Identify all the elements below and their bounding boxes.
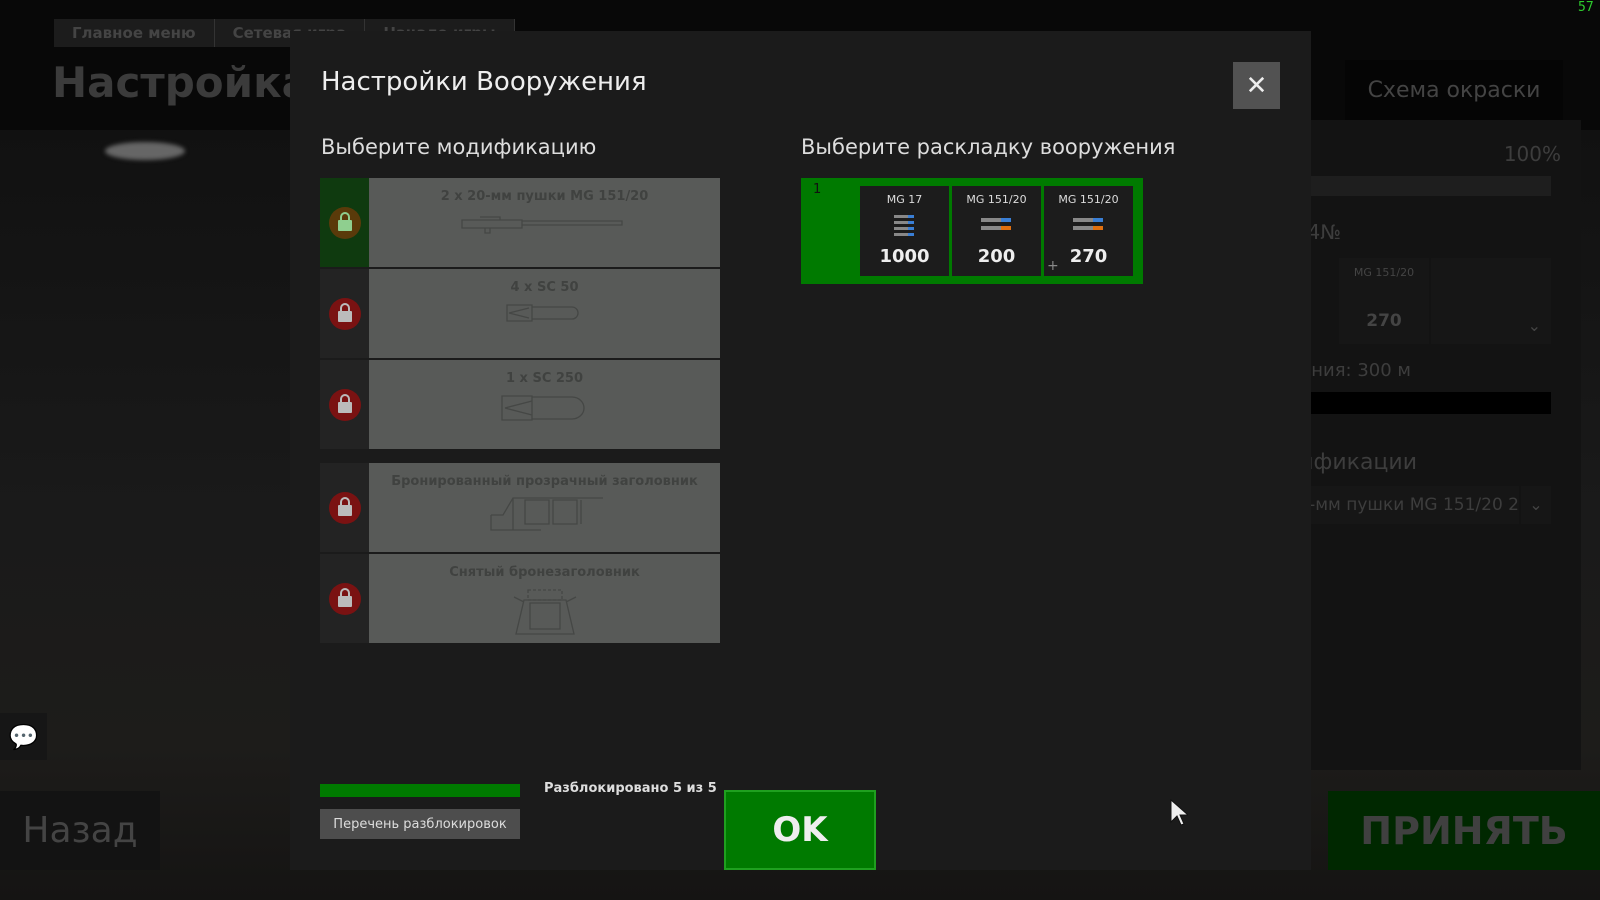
weapon-cell: MG 151/20 270 + xyxy=(1044,186,1133,276)
chevron-down-icon[interactable]: ⌄ xyxy=(1431,258,1551,344)
modification-item[interactable]: 4 x SC 50 xyxy=(320,269,720,358)
lock-icon xyxy=(328,491,361,524)
modification-name: 4 x SC 50 xyxy=(510,280,579,295)
mouse-cursor-icon xyxy=(1170,799,1188,826)
mods-heading: Выберите модификацию xyxy=(321,135,597,159)
modification-name: Снятый бронезаголовник xyxy=(449,565,640,580)
weapon-name: MG 151/20 xyxy=(966,193,1027,206)
close-icon: ✕ xyxy=(1245,70,1268,101)
modification-name: 2 x 20-мм пушки MG 151/20 xyxy=(440,189,649,204)
ammo-count: 1000 xyxy=(879,246,930,267)
weapon-settings-dialog: Настройки Вооружения ✕ Выберите модифика… xyxy=(290,31,1311,870)
unlock-progress-fill xyxy=(320,784,520,797)
fuel-slider[interactable] xyxy=(1311,176,1551,196)
tab-paint-scheme[interactable]: Схема окраски xyxy=(1345,60,1563,120)
ammo-belt-icon xyxy=(893,215,914,236)
lock-icon xyxy=(328,388,361,421)
weapon-cell: MG 151/20 200 xyxy=(952,186,1041,276)
accept-button[interactable]: ПРИНЯТЬ xyxy=(1328,791,1600,870)
bg-cell-count: 270 xyxy=(1366,311,1402,331)
ok-button[interactable]: OK xyxy=(724,790,876,870)
ammo-belt-icon xyxy=(1072,218,1103,230)
back-button[interactable]: Назад xyxy=(0,791,160,870)
canopy-icon xyxy=(489,497,603,531)
unlock-progress-bar xyxy=(320,784,520,797)
ammo-count: 200 xyxy=(977,246,1016,267)
unlocked-icon xyxy=(328,206,361,239)
cannon-icon xyxy=(460,216,623,234)
lock-icon xyxy=(328,582,361,615)
dialog-title: Настройки Вооружения xyxy=(321,67,647,97)
modification-name: 1 x SC 250 xyxy=(505,371,584,386)
unlock-list-button[interactable]: Перечень разблокировок xyxy=(320,809,520,839)
armor-plate-icon xyxy=(513,589,576,635)
hangar-lamp xyxy=(105,142,185,160)
ammo-belt-icon xyxy=(980,218,1011,230)
right-panel: 100% №4 MG 151/20 270 ⌄ Дальность сведен… xyxy=(1128,120,1581,770)
modification-item[interactable]: 2 x 20-мм пушки MG 151/20 xyxy=(320,178,720,267)
modification-item[interactable]: Снятый бронезаголовник xyxy=(320,554,720,643)
chevron-down-icon[interactable]: ⌄ xyxy=(1521,486,1551,524)
modification-item[interactable]: 1 x SC 250 xyxy=(320,360,720,449)
bg-loadout-cell: MG 151/20 270 xyxy=(1339,258,1429,344)
lock-icon xyxy=(328,297,361,330)
modification-item[interactable]: Бронированный прозрачный заголовник xyxy=(320,463,720,552)
fps-counter: 57 xyxy=(1578,0,1594,15)
plus-icon: + xyxy=(1047,258,1059,274)
unlock-progress-text: Разблокировано 5 из 5 xyxy=(544,781,717,796)
bomb-icon xyxy=(500,395,585,421)
modification-name: Бронированный прозрачный заголовник xyxy=(391,474,698,489)
loadout-option-1[interactable]: 1 MG 17 1000 MG 151/20 200 MG 151/20 270… xyxy=(801,178,1143,284)
weapon-name: MG 151/20 xyxy=(1058,193,1119,206)
chat-icon[interactable]: 💬 xyxy=(0,713,47,760)
bg-cell-name: MG 151/20 xyxy=(1353,266,1415,279)
loadout-heading: Выберите раскладку вооружения xyxy=(801,135,1176,159)
bomb-icon xyxy=(505,304,579,322)
breadcrumb-main-menu[interactable]: Главное меню xyxy=(54,19,215,47)
weapon-cell: MG 17 1000 xyxy=(860,186,949,276)
fuel-percent: 100% xyxy=(1503,142,1561,166)
loadout-number: 1 xyxy=(813,182,822,197)
close-button[interactable]: ✕ xyxy=(1233,62,1280,109)
mods-select[interactable]: 2 x 20-мм пушки MG 151/20 xyxy=(1311,486,1519,524)
convergence-slider[interactable] xyxy=(1311,392,1551,414)
weapon-name: MG 17 xyxy=(886,193,923,206)
